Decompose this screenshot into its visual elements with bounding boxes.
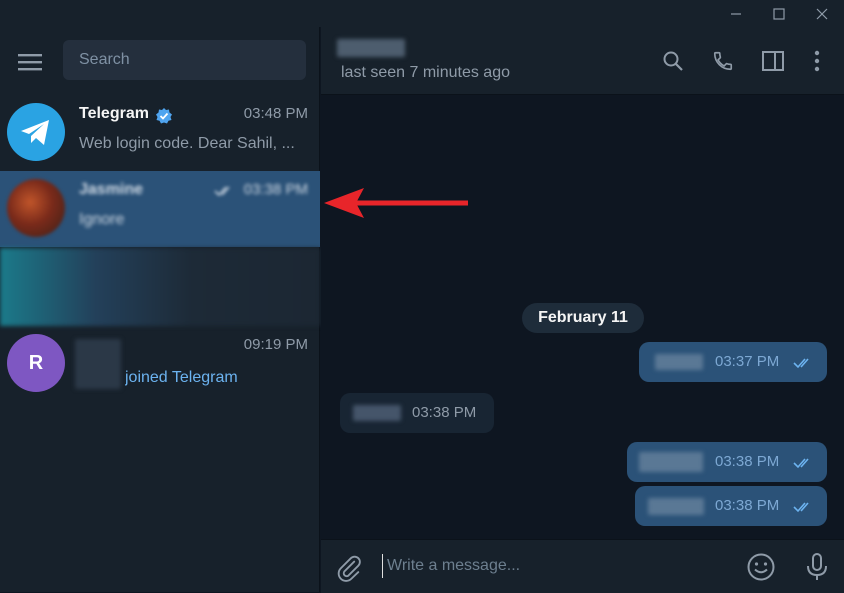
minimize-button[interactable] xyxy=(714,0,758,27)
more-vertical-icon xyxy=(814,50,820,72)
more-options-button[interactable] xyxy=(803,47,831,75)
message-time: 03:38 PM xyxy=(715,453,780,470)
chat-item-r[interactable]: R 09:19 PM joined Telegram xyxy=(0,326,320,402)
attach-button[interactable] xyxy=(335,554,363,582)
conversation-header: last seen 7 minutes ago xyxy=(321,27,844,95)
chat-item-telegram[interactable]: Telegram 03:48 PM Web login code. Dear S… xyxy=(0,95,320,171)
chat-list-sidebar: Search Telegram 03:48 PM Web login code.… xyxy=(0,27,320,592)
date-separator: February 11 xyxy=(522,303,644,333)
message-outgoing[interactable]: 03:38 PM xyxy=(635,486,827,526)
search-icon xyxy=(663,51,683,71)
double-check-icon xyxy=(214,186,230,197)
chat-preview: Ignore xyxy=(79,211,125,228)
window-titlebar xyxy=(0,0,844,27)
close-button[interactable] xyxy=(800,0,844,27)
chat-item-blurred[interactable] xyxy=(0,248,320,326)
avatar xyxy=(7,103,65,161)
call-button[interactable] xyxy=(709,47,737,75)
last-seen-status: last seen 7 minutes ago xyxy=(341,64,510,81)
avatar: R xyxy=(7,334,65,392)
message-time: 03:37 PM xyxy=(715,353,780,370)
minimize-icon xyxy=(731,12,741,15)
maximize-icon xyxy=(773,7,785,20)
red-annotation-arrow-icon xyxy=(324,188,468,218)
double-check-icon xyxy=(793,358,809,369)
chat-time: 03:38 PM xyxy=(243,181,308,198)
phone-icon xyxy=(713,51,733,71)
chat-preview: Web login code. Dear Sahil, ... xyxy=(79,135,295,152)
message-incoming[interactable]: 03:38 PM xyxy=(340,393,494,433)
blurred-message-text xyxy=(655,354,703,370)
verified-badge-icon xyxy=(156,108,172,124)
message-composer: Write a message... xyxy=(321,539,844,593)
double-check-icon xyxy=(793,502,809,513)
blurred-name xyxy=(75,339,121,389)
chat-item-jasmine[interactable]: Jasmine 03:38 PM Ignore xyxy=(0,171,320,247)
emoji-button[interactable] xyxy=(746,552,776,582)
blurred-message-text xyxy=(648,498,704,515)
avatar-letter: R xyxy=(28,351,44,374)
microphone-icon xyxy=(807,553,827,580)
chat-preview: joined Telegram xyxy=(125,369,238,386)
message-outgoing[interactable]: 03:38 PM xyxy=(627,442,827,482)
smiley-icon xyxy=(747,553,775,581)
blurred-message-text xyxy=(639,452,703,472)
hamburger-icon xyxy=(18,54,42,71)
message-outgoing[interactable]: 03:37 PM xyxy=(639,342,827,382)
sidebar-toggle-button[interactable] xyxy=(759,47,787,75)
close-icon xyxy=(816,8,828,19)
search-input[interactable]: Search xyxy=(63,40,306,80)
message-time: 03:38 PM xyxy=(412,404,477,421)
message-input[interactable]: Write a message... xyxy=(382,554,520,578)
blurred-message-text xyxy=(353,405,401,421)
side-panel-icon xyxy=(762,51,784,71)
search-placeholder: Search xyxy=(79,51,130,68)
voice-record-button[interactable] xyxy=(802,552,832,582)
search-button[interactable] xyxy=(659,47,687,75)
avatar xyxy=(7,179,65,237)
chat-time: 09:19 PM xyxy=(243,336,308,353)
message-time: 03:38 PM xyxy=(715,497,780,514)
maximize-button[interactable] xyxy=(757,0,801,27)
double-check-icon xyxy=(793,458,809,469)
chat-name: Jasmine xyxy=(79,181,144,198)
paperclip-icon xyxy=(337,555,361,582)
chat-time: 03:48 PM xyxy=(243,105,308,122)
telegram-plane-icon xyxy=(21,120,49,145)
blurred-contact-name[interactable] xyxy=(337,39,405,57)
main-menu-button[interactable] xyxy=(10,47,50,77)
conversation-panel: last seen 7 minutes ago February 11 03:3… xyxy=(321,27,844,593)
chat-name: Telegram xyxy=(79,105,149,122)
